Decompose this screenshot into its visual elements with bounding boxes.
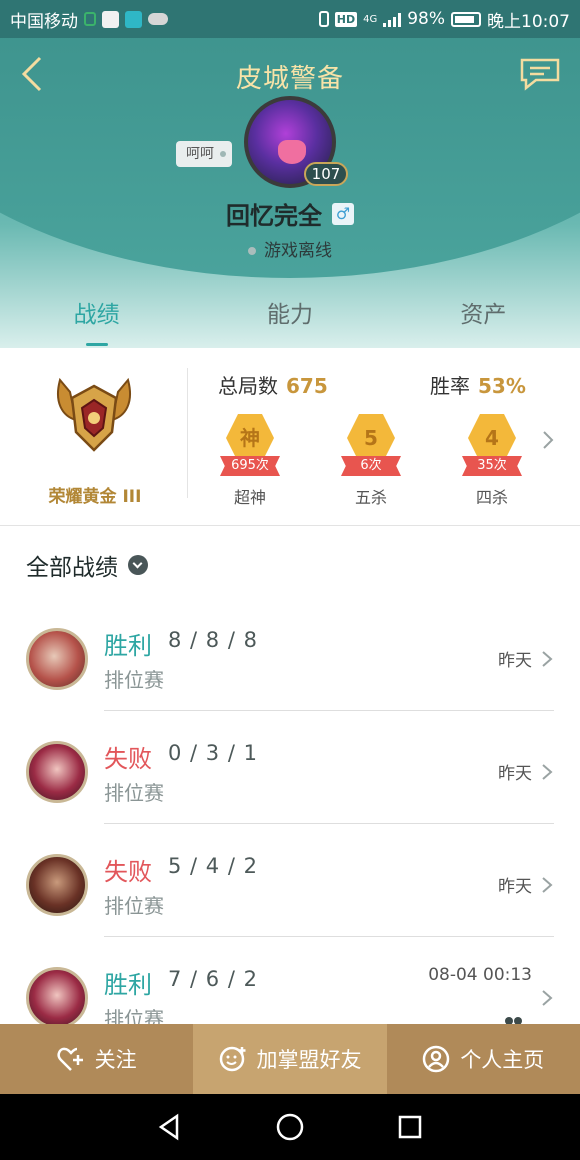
chevron-right-icon xyxy=(542,651,553,667)
legendary-medal-icon: 神 xyxy=(226,414,274,462)
follow-label: 关注 xyxy=(94,1048,137,1072)
chevron-down-icon xyxy=(128,555,148,575)
homepage-label: 个人主页 xyxy=(460,1048,545,1072)
action-bar: 关注 加掌盟好友 个人主页 xyxy=(0,1024,580,1094)
divider xyxy=(187,368,188,498)
medal-pentakill[interactable]: 5 6次 五杀 xyxy=(335,410,407,507)
hero-avatar xyxy=(26,628,88,690)
pentakill-medal-icon: 5 xyxy=(347,414,395,462)
match-result: 胜利 xyxy=(104,632,152,660)
lock-icon xyxy=(84,12,96,26)
level-badge: 107 xyxy=(304,162,348,186)
summary-panel: 荣耀黄金 III 总局数 675 胜率 53% 神 695次 超神 5 6次 五杀 … xyxy=(0,348,580,526)
match-mode: 排位赛 xyxy=(104,781,164,805)
nickname-tag[interactable]: 呵呵 xyxy=(176,141,232,167)
total-games-label: 总局数 xyxy=(218,374,278,398)
heart-plus-icon xyxy=(57,1047,83,1071)
vibrate-icon xyxy=(318,11,329,27)
chevron-right-icon xyxy=(542,764,553,780)
battery-percent: 98% xyxy=(407,9,445,29)
medal-quadrakill[interactable]: 4 35次 四杀 xyxy=(456,410,528,507)
profile-header: 皮城警备 呵呵 107 回忆完全 ♂ 游戏离线 战绩 能力 资产 xyxy=(0,38,580,348)
name-row: 回忆完全 ♂ xyxy=(0,196,580,231)
add-friend-button[interactable]: 加掌盟好友 xyxy=(193,1024,387,1094)
tab-assets[interactable]: 资产 xyxy=(387,294,580,346)
hero-avatar xyxy=(26,854,88,916)
chevron-right-icon[interactable] xyxy=(540,428,556,452)
match-result: 失败 xyxy=(104,858,152,886)
online-status-text: 游戏离线 xyxy=(264,241,332,261)
status-bar: 中国移动 HD 4G 98% 晚上10:07 xyxy=(0,0,580,38)
match-mode: 排位赛 xyxy=(104,894,164,918)
add-friend-icon xyxy=(220,1046,246,1072)
hd-icon: HD xyxy=(334,11,358,27)
status-right: HD 4G 98% 晚上10:07 xyxy=(318,7,570,32)
total-games-value: 675 xyxy=(286,374,328,398)
nav-home-icon[interactable] xyxy=(275,1112,305,1142)
app-screen: 中国移动 HD 4G 98% 晚上10:07 皮城警备 呵呵 107 回忆完全 … xyxy=(0,0,580,1160)
medal-label: 超神 xyxy=(233,488,266,507)
match-row[interactable]: 胜利 8 / 8 / 8 排位赛 昨天 xyxy=(0,598,580,711)
online-status: 游戏离线 xyxy=(0,236,580,261)
book-icon xyxy=(125,10,142,28)
match-kda: 8 / 8 / 8 xyxy=(168,628,258,652)
signal-icon xyxy=(383,11,402,27)
clock: 晚上10:07 xyxy=(487,11,570,32)
add-friend-label: 加掌盟好友 xyxy=(256,1048,362,1072)
homepage-button[interactable]: 个人主页 xyxy=(386,1024,580,1094)
page-title: 皮城警备 xyxy=(235,64,344,94)
match-mode: 排位赛 xyxy=(104,668,164,692)
hero-avatar xyxy=(26,967,88,1029)
chevron-right-icon xyxy=(542,877,553,893)
match-kda: 5 / 4 / 2 xyxy=(168,854,258,878)
status-left: 中国移动 xyxy=(10,7,168,32)
match-time: 昨天 xyxy=(498,764,532,784)
match-row[interactable]: 失败 5 / 4 / 2 排位赛 昨天 xyxy=(0,824,580,937)
chevron-right-icon xyxy=(542,990,553,1006)
win-rate: 胜率 53% xyxy=(430,370,526,399)
carrier-label: 中国移动 xyxy=(10,11,78,32)
cloud-icon xyxy=(148,13,168,25)
tab-ability[interactable]: 能力 xyxy=(193,294,386,346)
match-kda: 0 / 3 / 1 xyxy=(168,741,258,765)
all-records-filter[interactable]: 全部战绩 xyxy=(26,548,148,582)
system-nav-bar xyxy=(0,1094,580,1160)
win-rate-value: 53% xyxy=(478,374,526,398)
match-time: 08-04 00:13 xyxy=(428,965,532,985)
nav-back-icon[interactable] xyxy=(155,1112,185,1142)
nav-recents-icon[interactable] xyxy=(395,1112,425,1142)
player-name: 回忆完全 xyxy=(226,202,322,230)
medal-label: 四杀 xyxy=(475,488,508,507)
tab-record[interactable]: 战绩 xyxy=(0,294,193,346)
user-profile-icon xyxy=(423,1045,450,1073)
quadrakill-medal-icon: 4 xyxy=(468,414,516,462)
gold-rank-emblem-icon[interactable] xyxy=(52,372,136,456)
medal-legendary[interactable]: 神 695次 超神 xyxy=(214,410,286,507)
match-time: 昨天 xyxy=(498,651,532,671)
match-result: 胜利 xyxy=(104,971,152,999)
medal-count: 695次 xyxy=(220,456,280,476)
match-result: 失败 xyxy=(104,745,152,773)
tab-bar: 战绩 能力 资产 xyxy=(0,294,580,346)
battery-icon xyxy=(451,11,481,27)
medal-label: 五杀 xyxy=(354,488,387,507)
medal-count: 6次 xyxy=(341,456,401,476)
list-title: 全部战绩 xyxy=(26,555,118,581)
message-icon[interactable] xyxy=(516,56,564,92)
app-notification-icon xyxy=(102,10,119,28)
hero-avatar xyxy=(26,741,88,803)
match-kda: 7 / 6 / 2 xyxy=(168,967,258,991)
rank-name: 荣耀黄金 III xyxy=(48,487,142,507)
match-time: 昨天 xyxy=(498,877,532,897)
match-row[interactable]: 失败 0 / 3 / 1 排位赛 昨天 xyxy=(0,711,580,824)
network-type: 4G xyxy=(363,13,378,25)
follow-button[interactable]: 关注 xyxy=(0,1024,194,1094)
male-icon: ♂ xyxy=(332,202,354,225)
win-rate-label: 胜率 xyxy=(430,374,470,398)
total-games: 总局数 675 xyxy=(218,370,328,399)
status-dot-icon xyxy=(248,247,256,255)
medal-count: 35次 xyxy=(462,456,522,476)
